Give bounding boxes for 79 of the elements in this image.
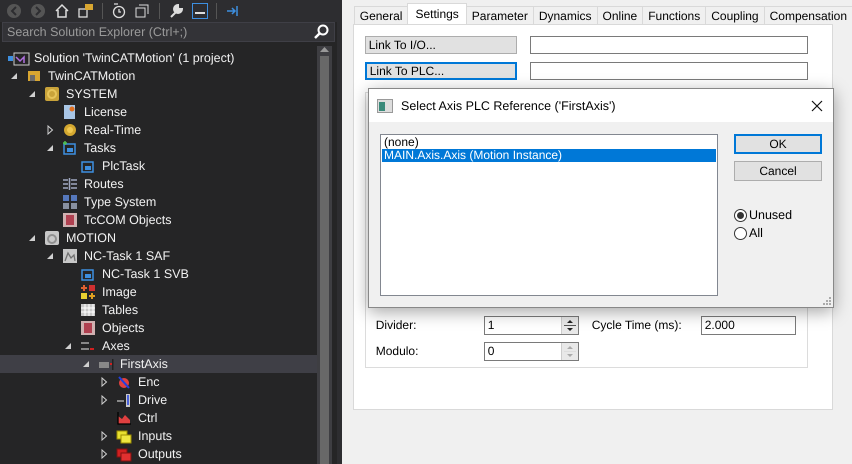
- tree-item[interactable]: Outputs: [0, 445, 317, 463]
- field-label: Divider:: [376, 318, 418, 332]
- type-system-icon: [62, 194, 78, 210]
- tree-item[interactable]: Tasks: [0, 139, 317, 157]
- tree-item[interactable]: PlcTask: [0, 157, 317, 175]
- field-label: Cycle Time (ms):: [592, 318, 683, 332]
- preview-icon[interactable]: [192, 3, 208, 19]
- collapse-icon[interactable]: [135, 3, 151, 19]
- encoder-icon: [116, 374, 132, 390]
- tree-item[interactable]: Image: [0, 283, 317, 301]
- tab[interactable]: Dynamics: [532, 6, 598, 24]
- tree-item[interactable]: Routes: [0, 175, 317, 193]
- dialog-button[interactable]: OK: [734, 134, 822, 154]
- radio-button[interactable]: [734, 226, 747, 240]
- wrench-icon[interactable]: [168, 3, 184, 19]
- tree-item[interactable]: Type System: [0, 193, 317, 211]
- tree-item[interactable]: TcCOM Objects: [0, 211, 317, 229]
- tree-item[interactable]: MOTION: [0, 229, 317, 247]
- tree-item[interactable]: Solution 'TwinCATMotion' (1 project): [0, 49, 317, 67]
- tab[interactable]: Coupling: [705, 6, 765, 24]
- tab[interactable]: General: [354, 6, 408, 24]
- link-field[interactable]: [530, 62, 808, 80]
- tree-item[interactable]: Inputs: [0, 427, 317, 445]
- chart-icon: [116, 410, 132, 426]
- radio-option[interactable]: All: [734, 226, 822, 240]
- tree-item[interactable]: TwinCATMotion: [0, 67, 317, 85]
- tab[interactable]: Compensation: [764, 6, 852, 24]
- tree-item[interactable]: Drive: [0, 391, 317, 409]
- output-icon: [116, 446, 132, 462]
- axis-icon: [98, 356, 114, 372]
- tree-item[interactable]: Ctrl: [0, 409, 317, 427]
- tree-item[interactable]: NC-Task 1 SAF: [0, 247, 317, 265]
- folder-icon: [26, 68, 42, 84]
- spin-field[interactable]: 1: [484, 316, 579, 334]
- tree-item[interactable]: Objects: [0, 319, 317, 337]
- tree-item[interactable]: Real-Time: [0, 121, 317, 139]
- task-icon: [62, 140, 78, 156]
- history-icon[interactable]: [111, 3, 127, 19]
- home-icon[interactable]: [54, 3, 70, 19]
- graph-icon: [62, 248, 78, 264]
- tab[interactable]: Settings: [407, 3, 467, 24]
- sync-icon[interactable]: [78, 3, 94, 19]
- routes-icon: [62, 176, 78, 192]
- scrollbar[interactable]: [316, 46, 332, 464]
- dialog-button[interactable]: Cancel: [734, 161, 822, 181]
- tree-item[interactable]: Enc: [0, 373, 317, 391]
- table-icon: [80, 302, 96, 318]
- tree-item[interactable]: SYSTEM: [0, 85, 317, 103]
- object-icon: [80, 320, 96, 336]
- drive-icon: [116, 392, 132, 408]
- tree-item[interactable]: License: [0, 103, 317, 121]
- reference-list[interactable]: (none) MAIN.Axis.Axis (Motion Instance): [380, 134, 718, 296]
- search-icon[interactable]: [314, 24, 330, 40]
- link-button[interactable]: Link To PLC...: [364, 62, 517, 80]
- certificate-icon: [62, 104, 78, 120]
- tree-item[interactable]: NC-Task 1 SVB: [0, 265, 317, 283]
- field-label: Modulo:: [376, 344, 420, 358]
- coin-icon: [62, 122, 78, 138]
- radio-option[interactable]: Unused: [734, 208, 822, 222]
- link-button[interactable]: Link To I/O...: [364, 36, 517, 54]
- resize-grip-icon[interactable]: [823, 297, 831, 305]
- close-icon[interactable]: [811, 100, 823, 112]
- solution-icon: [8, 50, 30, 66]
- list-item[interactable]: MAIN.Axis.Axis (Motion Instance): [382, 149, 716, 162]
- tree-item[interactable]: Axes: [0, 337, 317, 355]
- search-field[interactable]: Search Solution Explorer (Ctrl+;): [2, 22, 335, 42]
- object-icon: [62, 212, 78, 228]
- radio-button[interactable]: [734, 208, 747, 222]
- tree-item[interactable]: Tables: [0, 301, 317, 319]
- cycle-time-field[interactable]: 2.000: [700, 316, 796, 334]
- tree-item[interactable]: FirstAxis: [0, 355, 317, 373]
- link-field[interactable]: [530, 36, 808, 54]
- spin-field[interactable]: 0: [484, 342, 579, 360]
- window-title: Select Axis PLC Reference ('FirstAxis'): [401, 98, 617, 112]
- list-item[interactable]: (none): [382, 136, 716, 149]
- input-icon: [116, 428, 132, 444]
- image-icon: [80, 284, 96, 300]
- scroll-up-icon[interactable]: [320, 46, 329, 52]
- window-icon: [377, 98, 393, 112]
